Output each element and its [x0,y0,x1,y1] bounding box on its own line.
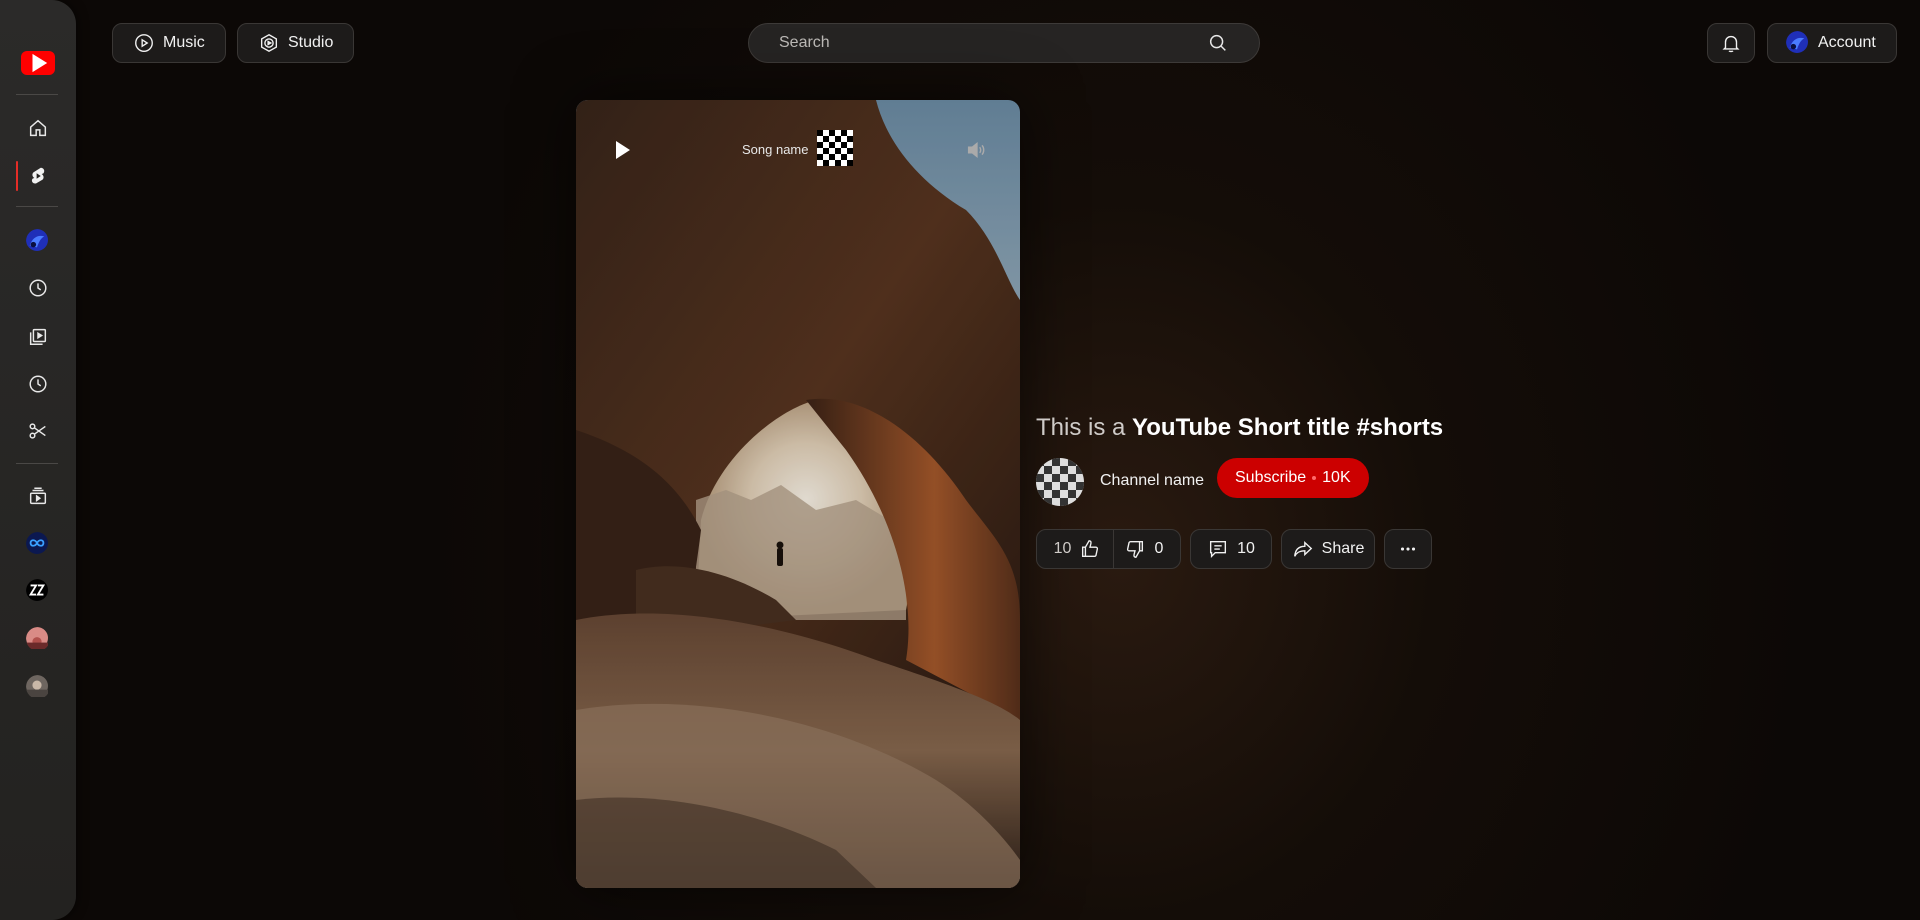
sidebar-item-home[interactable] [0,108,76,148]
comments-button[interactable]: 10 [1190,529,1272,569]
search-bar [748,23,1260,63]
shorts-icon [31,167,45,184]
sidebar-item-history[interactable] [0,268,76,308]
short-video-player[interactable]: Song name [576,100,1020,888]
bell-icon [1722,35,1740,53]
sidebar-item-channel-4[interactable] [0,667,76,707]
like-dislike-group: 10 0 [1036,529,1181,569]
separator-dot [1312,476,1317,480]
subscriber-count: 10K [1322,469,1351,486]
short-title-prefix: This is a [1036,414,1133,441]
volume-icon[interactable] [965,139,987,161]
account-button[interactable]: Account [1767,23,1897,63]
notifications-button[interactable] [1707,23,1755,63]
sidebar-item-shorts[interactable] [0,156,76,196]
profile-avatar [26,229,50,253]
more-options-button[interactable] [1384,529,1432,569]
like-button[interactable]: 10 [1038,529,1114,569]
thumbs-down-icon [1127,540,1144,558]
sidebar-divider [16,463,58,464]
subscribe-button[interactable]: Subscribe 10K [1217,458,1369,498]
search-icon[interactable] [1207,32,1229,54]
sidebar-item-subscriptions[interactable] [0,476,76,516]
channel-avatar [26,675,50,699]
video-frame-image [576,100,1020,888]
channel-avatar[interactable] [1036,458,1084,506]
sidebar-item-clips[interactable] [0,411,76,451]
share-icon [1293,541,1312,557]
playlist-play-icon [29,328,47,345]
sidebar-item-channel-2[interactable] [0,571,76,611]
channel-avatar [26,532,50,556]
more-horizontal-icon [1400,547,1416,551]
scissors-icon [29,423,46,439]
clock-icon [29,375,47,393]
subscriptions-icon [29,487,47,505]
channel-avatar [26,579,50,603]
song-name[interactable]: Song name [742,142,809,157]
sidebar-divider [16,94,58,95]
studio-label: Studio [288,34,334,51]
short-title: This is a YouTube Short title #shorts [1036,414,1443,442]
thumbs-up-icon [1082,540,1099,558]
sidebar-item-profile[interactable] [0,221,76,261]
sidebar [0,0,76,920]
youtube-logo[interactable] [0,43,76,83]
channel-avatar [26,627,50,651]
account-avatar [1786,31,1810,55]
share-label: Share [1321,540,1365,557]
studio-icon [260,33,278,53]
comment-count: 10 [1237,540,1255,557]
dislike-count: 0 [1154,540,1164,557]
song-thumbnail-icon[interactable] [817,130,853,166]
comment-icon [1210,540,1227,558]
clock-icon [29,279,47,297]
music-button[interactable]: Music [112,23,226,63]
sidebar-divider [16,206,58,207]
sidebar-item-channel-1[interactable] [0,524,76,564]
home-icon [29,119,47,137]
play-icon[interactable] [610,138,634,162]
youtube-logo-icon [21,51,55,75]
studio-button[interactable]: Studio [237,23,355,63]
play-circle-icon [135,34,153,52]
sidebar-item-channel-3[interactable] [0,619,76,659]
music-label: Music [163,34,205,51]
account-label: Account [1818,34,1876,51]
short-title-main: YouTube Short title #shorts [1132,414,1444,441]
sidebar-item-watch-later[interactable] [0,364,76,404]
dislike-button[interactable]: 0 [1114,529,1179,569]
sidebar-item-your-videos[interactable] [0,316,76,356]
channel-name[interactable]: Channel name [1100,472,1204,490]
search-input[interactable] [779,34,1207,52]
share-button[interactable]: Share [1281,529,1375,569]
subscribe-label: Subscribe [1235,469,1307,486]
like-count: 10 [1053,540,1072,557]
